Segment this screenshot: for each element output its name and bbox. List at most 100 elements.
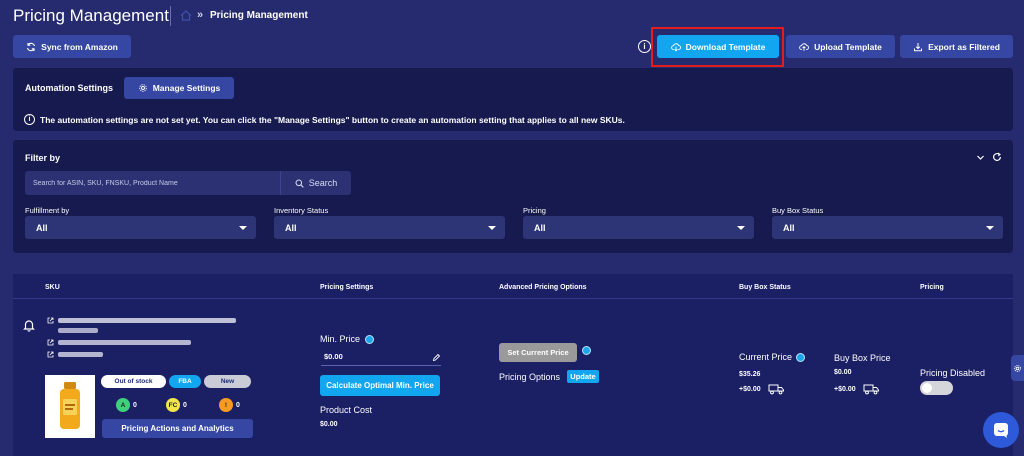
product-cost-value: $0.00 <box>320 421 338 428</box>
export-icon <box>914 42 923 51</box>
manage-settings-label: Manage Settings <box>152 83 221 93</box>
upload-template-button[interactable]: Upload Template <box>786 35 895 58</box>
buy-box-status-label: Buy Box Status <box>772 206 824 215</box>
min-price-value[interactable]: $0.00 <box>324 352 343 361</box>
info-icon[interactable]: i <box>638 40 651 53</box>
info-dot-icon[interactable] <box>365 334 375 344</box>
stock-status-badge: Out of stock <box>101 375 166 388</box>
min-price-label: Min. Price <box>320 334 361 344</box>
external-link-icon <box>47 351 54 358</box>
side-settings-tab[interactable] <box>1011 355 1024 381</box>
caret-down-icon <box>986 225 994 230</box>
current-price-value: $35.26 <box>739 371 761 378</box>
col-header-pricing-settings: Pricing Settings <box>320 284 374 291</box>
product-link-1[interactable] <box>47 317 236 324</box>
title-divider <box>170 6 171 26</box>
redacted-text <box>58 340 191 345</box>
current-price-label-group: Current Price <box>739 352 806 362</box>
current-price-label: Current Price <box>739 352 793 362</box>
rating-warning-badge: ! <box>219 398 233 412</box>
info-icon: i <box>24 114 35 125</box>
upload-template-label: Upload Template <box>814 41 882 52</box>
product-link-3[interactable] <box>47 351 103 358</box>
chat-launcher-button[interactable] <box>983 412 1019 448</box>
pricing-label: Pricing <box>523 206 546 215</box>
buy-box-status-select[interactable]: All <box>772 216 1003 239</box>
rating-fc-count: 0 <box>183 402 187 409</box>
min-price-underline <box>321 365 441 366</box>
pricing-value: All <box>534 222 546 233</box>
col-header-buy-box-status: Buy Box Status <box>739 284 791 291</box>
export-as-filtered-label: Export as Filtered <box>928 41 1000 52</box>
redacted-product-name <box>58 318 236 323</box>
redacted-text <box>58 352 103 357</box>
calculate-optimal-min-price-button[interactable]: Calculate Optimal Min. Price <box>320 375 440 396</box>
buy-box-price-label: Buy Box Price <box>834 353 891 363</box>
fba-badge: FBA <box>169 375 201 388</box>
cloud-upload-icon <box>799 42 810 51</box>
buy-box-price-value: $0.00 <box>834 369 852 376</box>
highlight-box <box>651 27 784 67</box>
set-current-price-button[interactable]: Set Current Price <box>499 343 577 362</box>
pricing-status-label: Pricing Disabled <box>920 368 986 378</box>
update-button[interactable]: Update <box>567 370 599 383</box>
rating-a-badge: A <box>116 398 130 412</box>
product-bottle-icon <box>60 382 80 429</box>
info-dot-icon[interactable] <box>796 352 806 362</box>
pencil-icon[interactable] <box>432 353 441 362</box>
product-cost-label: Product Cost <box>320 405 373 415</box>
fulfillment-by-select[interactable]: All <box>25 216 256 239</box>
info-dot-icon[interactable] <box>582 346 591 355</box>
refresh-icon[interactable] <box>992 152 1002 162</box>
col-header-pricing: Pricing <box>920 284 944 291</box>
automation-notice-text: The automation settings are not set yet.… <box>40 114 625 125</box>
buy-box-status-value: All <box>783 222 795 233</box>
search-label: Search <box>308 178 338 188</box>
breadcrumb: Pricing Management <box>210 10 308 21</box>
breadcrumb-separator: » <box>197 9 204 21</box>
manage-settings-button[interactable]: Manage Settings <box>124 77 234 99</box>
toggle-knob <box>922 383 932 393</box>
fulfillment-by-value: All <box>36 222 48 233</box>
product-link-2[interactable] <box>47 339 191 346</box>
col-header-advanced-pricing: Advanced Pricing Options <box>499 284 587 291</box>
external-link-icon <box>47 317 54 324</box>
buy-box-price-shipping: +$0.00 <box>834 386 856 393</box>
sync-icon <box>27 42 36 51</box>
external-link-icon <box>47 339 54 346</box>
pricing-select[interactable]: All <box>523 216 754 239</box>
fulfillment-by-label: Fulfillment by <box>25 206 70 215</box>
search-icon <box>295 179 304 188</box>
pricing-options-label: Pricing Options <box>499 372 561 382</box>
table-header-divider <box>13 298 1013 299</box>
chat-icon <box>994 423 1008 438</box>
sync-label: Sync from Amazon <box>41 41 118 52</box>
automation-settings-title: Automation Settings <box>25 83 113 93</box>
caret-down-icon <box>737 225 745 230</box>
rating-warning-count: 0 <box>236 402 240 409</box>
inventory-status-select[interactable]: All <box>274 216 505 239</box>
truck-icon <box>863 384 879 395</box>
export-as-filtered-button[interactable]: Export as Filtered <box>900 35 1013 58</box>
automation-notice: i The automation settings are not set ye… <box>24 114 625 125</box>
min-price-label-group: Min. Price <box>320 334 375 344</box>
col-header-sku: SKU <box>45 284 60 291</box>
product-image <box>45 375 95 438</box>
rating-fc-badge: FC <box>166 398 180 412</box>
inventory-status-label: Inventory Status <box>274 206 329 215</box>
bell-icon[interactable] <box>22 318 36 332</box>
truck-icon <box>768 384 784 395</box>
chevron-down-icon[interactable] <box>976 153 985 162</box>
gear-icon <box>138 84 147 92</box>
new-badge: New <box>204 375 251 388</box>
search-button[interactable]: Search <box>280 171 351 195</box>
pricing-toggle[interactable] <box>920 381 953 395</box>
filter-title: Filter by <box>25 153 61 163</box>
page-title: Pricing Management <box>13 6 169 25</box>
caret-down-icon <box>239 225 247 230</box>
gear-icon <box>1014 364 1021 372</box>
sync-from-amazon-button[interactable]: Sync from Amazon <box>13 35 131 58</box>
pricing-actions-button[interactable]: Pricing Actions and Analytics <box>102 419 253 438</box>
home-icon[interactable] <box>180 10 192 21</box>
search-input[interactable] <box>25 171 280 195</box>
